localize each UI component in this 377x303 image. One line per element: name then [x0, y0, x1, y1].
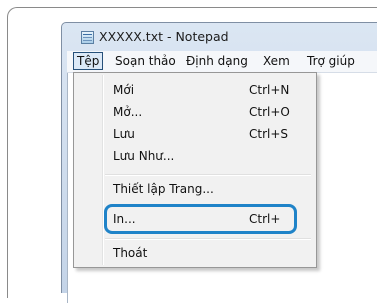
- menu-item-save[interactable]: Lưu Ctrl+S: [74, 124, 316, 146]
- menu-item-label: Lưu Như...: [113, 149, 175, 163]
- menu-view[interactable]: Xem: [263, 54, 290, 68]
- menu-item-exit[interactable]: Thoát: [74, 243, 316, 265]
- menu-item-shortcut: Ctrl+S: [249, 127, 289, 141]
- menu-item-label: Thoát: [113, 246, 148, 260]
- menu-help[interactable]: Trợ giúp: [307, 54, 355, 68]
- title-bar[interactable]: XXXXX.txt - Notepad: [62, 23, 377, 51]
- menu-item-open[interactable]: Mở... Ctrl+O: [74, 102, 316, 124]
- menu-item-shortcut: Ctrl+N: [249, 83, 290, 97]
- menu-separator: [105, 238, 311, 240]
- window-title: XXXXX.txt - Notepad: [99, 29, 229, 44]
- menu-item-label: Mới: [113, 83, 135, 97]
- menu-separator: [105, 174, 311, 176]
- menu-item-label: Thiết lập Trang...: [113, 182, 214, 196]
- menu-format[interactable]: Định dạng: [186, 54, 248, 68]
- file-menu-dropdown: Mới Ctrl+N Mở... Ctrl+O Lưu Ctrl+S Lưu N…: [73, 72, 317, 268]
- menu-bar: Tệp Soạn thảo Định dạng Xem Trợ giúp: [67, 51, 377, 73]
- menu-item-page-setup[interactable]: Thiết lập Trang...: [74, 179, 316, 201]
- menu-item-label: Mở...: [113, 105, 143, 119]
- menu-item-shortcut: Ctrl+: [249, 212, 281, 226]
- menu-item-save-as[interactable]: Lưu Như...: [74, 146, 316, 168]
- menu-item-label: Lưu: [113, 127, 135, 141]
- menu-item-shortcut: Ctrl+O: [249, 105, 290, 119]
- menu-item-print[interactable]: In... Ctrl+: [74, 209, 316, 231]
- menu-edit[interactable]: Soạn thảo: [115, 54, 176, 68]
- notepad-icon: [81, 31, 94, 44]
- menu-file[interactable]: Tệp: [73, 52, 104, 70]
- menu-item-new[interactable]: Mới Ctrl+N: [74, 80, 316, 102]
- menu-item-label: In...: [113, 212, 136, 226]
